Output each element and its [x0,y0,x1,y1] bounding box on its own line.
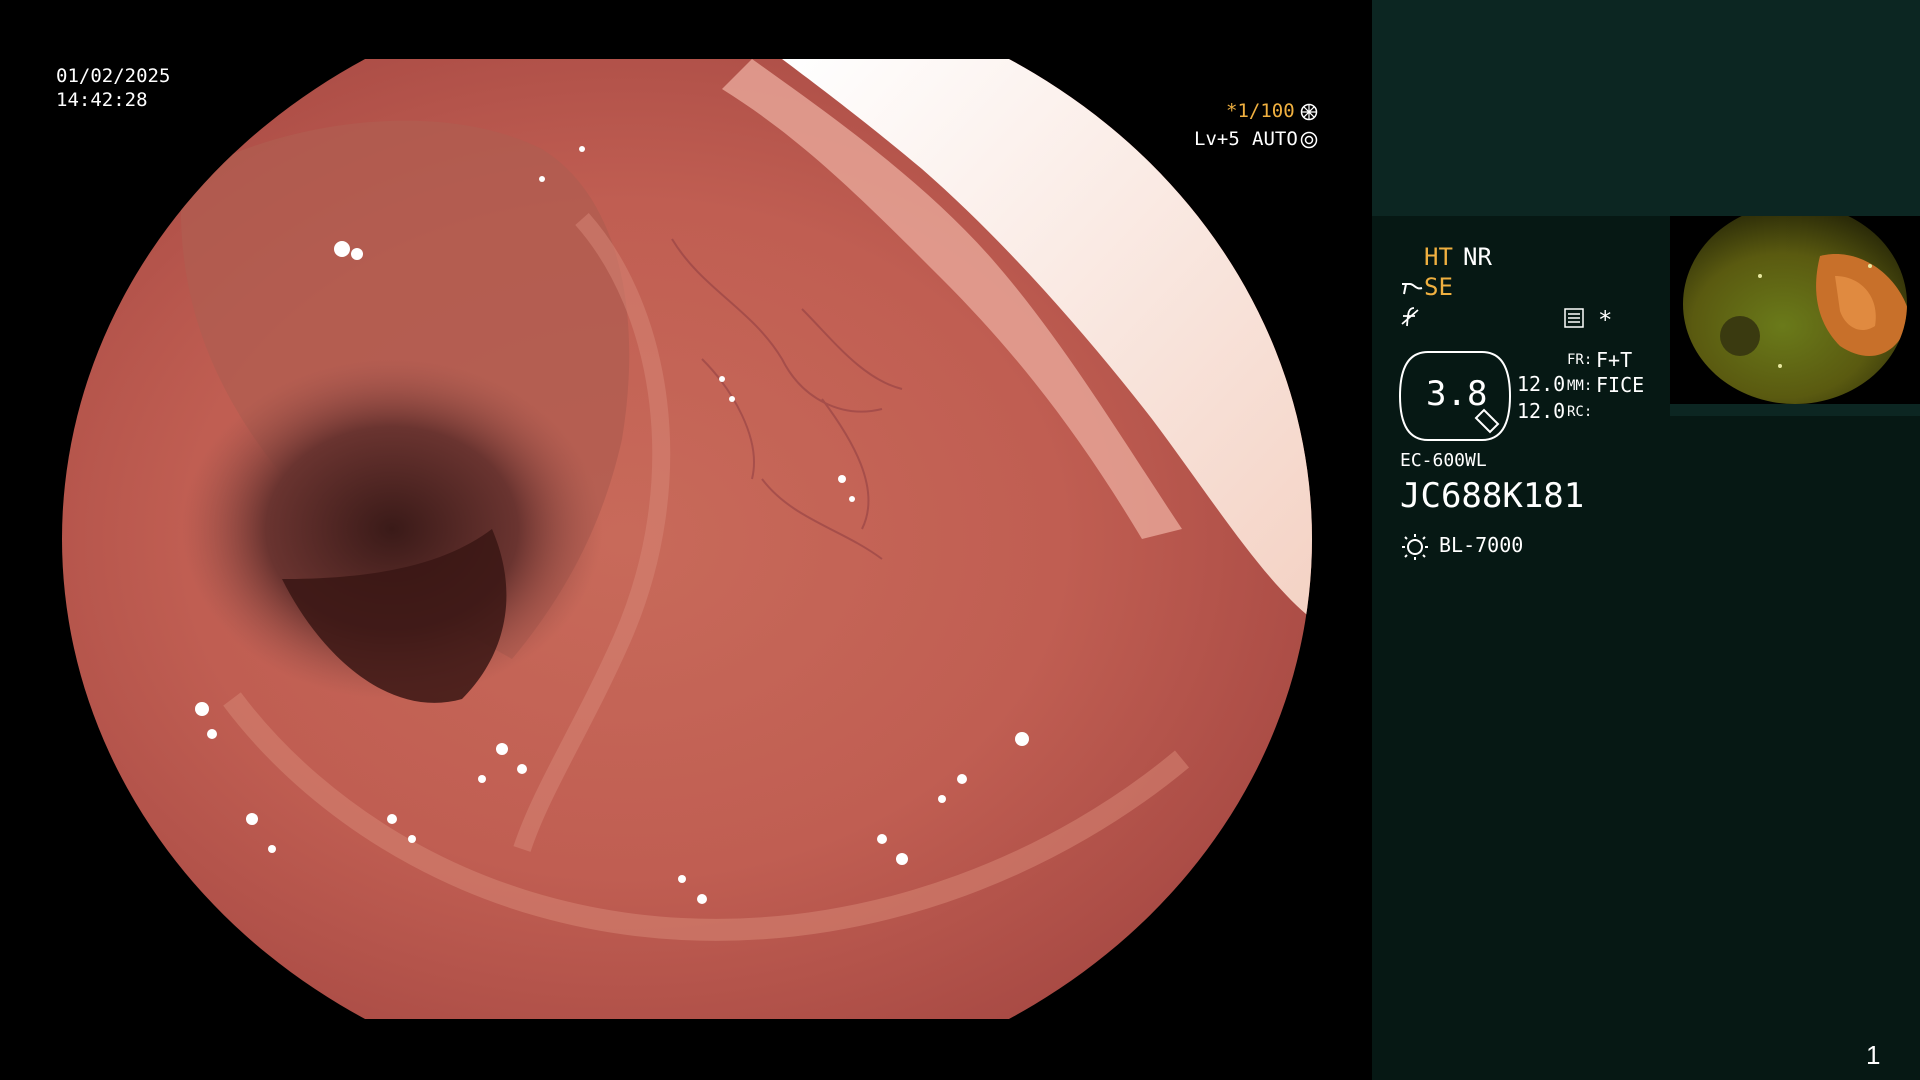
aperture-icon [1300,103,1318,121]
menu-list-icon [1564,308,1584,328]
fr-label: FR: [1567,352,1593,368]
endoscope-view: 01/02/2025 14:42:28 *1/100 Lv+5 AUTO [0,0,1372,1080]
zoom-value: 3.8 [1426,374,1488,414]
star-indicator: * [1598,306,1613,334]
page-number: 1 [1866,1040,1881,1070]
structure-enhancement-icon [1402,283,1423,295]
info-panel-header [1372,0,1920,216]
nr-mode-label: NR [1463,243,1492,271]
se-mode-label: SE [1424,273,1453,301]
iris-icon [1300,131,1318,149]
value-bottom: 12.0 [1517,399,1566,423]
ht-mode-label: HT [1424,243,1453,271]
scope-model: EC-600WL [1400,450,1487,471]
scope-serial: JC688K181 [1400,476,1585,516]
exam-time: 14:42:28 [56,89,148,111]
shutter-speed: *1/100 [1226,100,1295,122]
value-top: 12.0 [1517,372,1566,396]
endoscopic-image [62,59,1312,1019]
reference-thumbnail[interactable] [1670,216,1920,416]
f-stroke-icon [1401,307,1419,327]
light-source-icon [1402,534,1428,560]
brightness-level: Lv+5 [1194,128,1240,150]
thumbnail-image [1683,216,1907,404]
exposure-mode: AUTO [1252,128,1298,150]
exam-date: 01/02/2025 [56,65,171,87]
mm-value: FICE [1596,373,1645,397]
fr-value: F+T [1596,348,1633,372]
light-source: BL-7000 [1439,533,1524,557]
thumbnail-bar [1670,404,1920,416]
rc-label: RC: [1567,404,1593,420]
mm-label: MM: [1567,378,1593,394]
